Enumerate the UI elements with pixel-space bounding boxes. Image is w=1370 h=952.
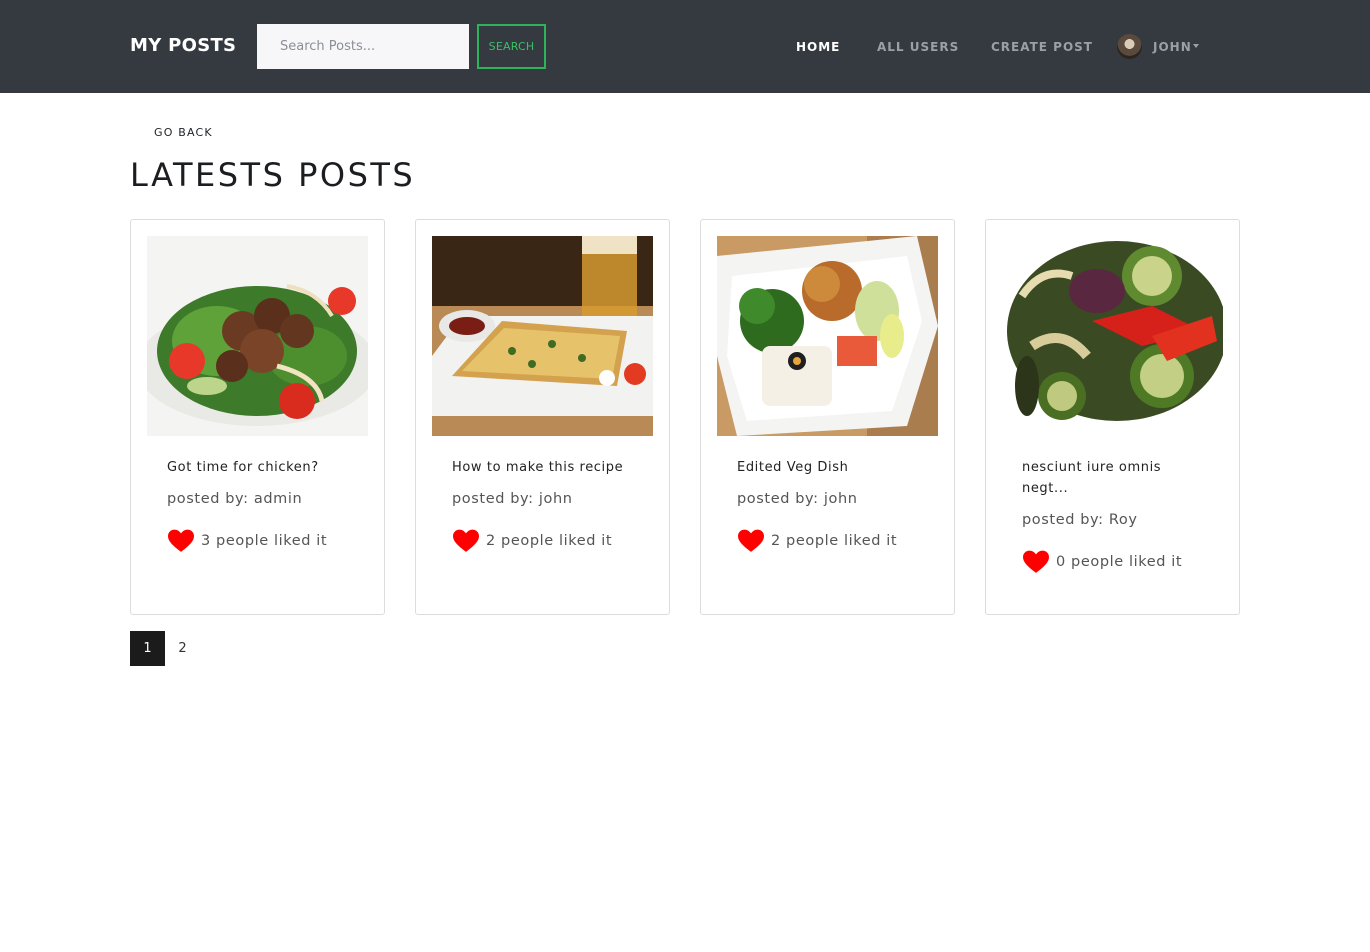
search-button[interactable]: SEARCH bbox=[477, 24, 546, 69]
bento-box-image bbox=[717, 236, 938, 436]
recipe-dish-image bbox=[432, 236, 653, 436]
post-author: posted by: john bbox=[452, 491, 573, 507]
post-author: posted by: john bbox=[737, 491, 858, 507]
user-avatar[interactable] bbox=[1117, 34, 1142, 59]
like-button[interactable]: 0 people liked it bbox=[1023, 550, 1182, 574]
heart-icon bbox=[453, 529, 479, 552]
post-image[interactable] bbox=[147, 236, 368, 436]
like-button[interactable]: 2 people liked it bbox=[453, 529, 612, 553]
post-title[interactable]: Got time for chicken? bbox=[167, 457, 347, 478]
nav-all-users-link[interactable]: ALL USERS bbox=[877, 40, 959, 54]
user-menu-toggle[interactable]: JOHN bbox=[1153, 40, 1192, 54]
page-title: LATESTS POSTS bbox=[130, 156, 416, 194]
pagination-page-2[interactable]: 2 bbox=[165, 631, 200, 666]
post-title[interactable]: How to make this recipe bbox=[452, 457, 632, 478]
navbar: MY POSTS SEARCH HOME ALL USERS CREATE PO… bbox=[0, 0, 1370, 93]
post-card[interactable]: How to make this recipe posted by: john … bbox=[415, 219, 670, 615]
post-image[interactable] bbox=[717, 236, 938, 436]
like-button[interactable]: 2 people liked it bbox=[738, 529, 897, 553]
like-count: 3 people liked it bbox=[201, 533, 328, 549]
salad-beef-image bbox=[147, 236, 368, 436]
search-input[interactable] bbox=[257, 24, 469, 69]
pagination-page-1[interactable]: 1 bbox=[130, 631, 165, 666]
go-back-link[interactable]: GO BACK bbox=[154, 126, 213, 139]
post-image[interactable] bbox=[432, 236, 653, 436]
like-count: 0 people liked it bbox=[1056, 554, 1183, 570]
post-card[interactable]: nesciunt iure omnis negt... posted by: R… bbox=[985, 219, 1240, 615]
brand-logo[interactable]: MY POSTS bbox=[130, 35, 236, 56]
chevron-down-icon[interactable] bbox=[1193, 44, 1199, 48]
post-author: posted by: admin bbox=[167, 491, 303, 507]
heart-icon bbox=[1023, 550, 1049, 573]
grilled-veggies-image bbox=[1002, 236, 1223, 436]
post-title[interactable]: nesciunt iure omnis negt... bbox=[1022, 457, 1202, 499]
like-count: 2 people liked it bbox=[771, 533, 898, 549]
nav-home-link[interactable]: HOME bbox=[796, 40, 840, 54]
like-count: 2 people liked it bbox=[486, 533, 613, 549]
post-card[interactable]: Got time for chicken? posted by: admin 3… bbox=[130, 219, 385, 615]
heart-icon bbox=[738, 529, 764, 552]
like-button[interactable]: 3 people liked it bbox=[168, 529, 327, 553]
post-card[interactable]: Edited Veg Dish posted by: john 2 people… bbox=[700, 219, 955, 615]
heart-icon bbox=[168, 529, 194, 552]
post-author: posted by: Roy bbox=[1022, 512, 1138, 528]
nav-create-post-link[interactable]: CREATE POST bbox=[991, 40, 1093, 54]
post-title[interactable]: Edited Veg Dish bbox=[737, 457, 917, 478]
post-image[interactable] bbox=[1002, 236, 1223, 436]
